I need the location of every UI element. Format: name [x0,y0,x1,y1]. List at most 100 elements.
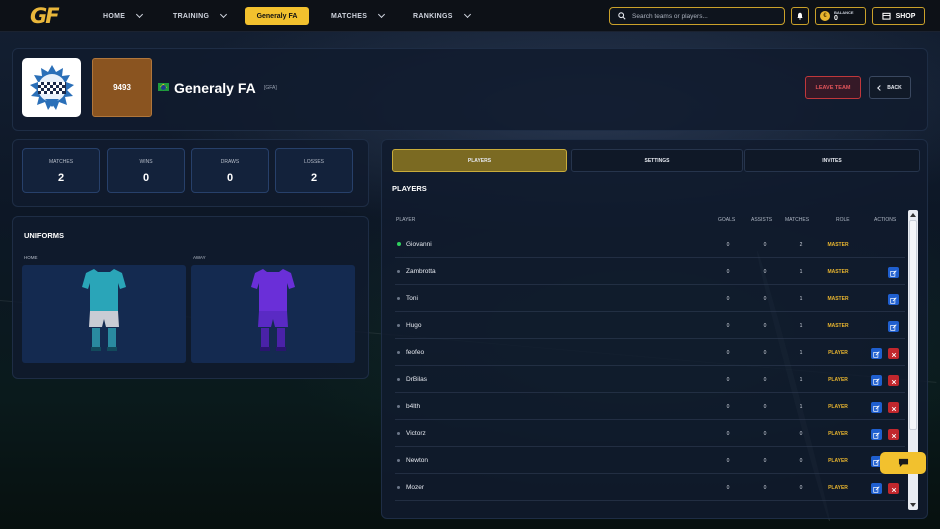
edit-icon [873,426,880,444]
nav-home[interactable]: HOME [103,0,144,32]
nav-training[interactable]: TRAINING [173,0,228,32]
player-assists: 0 [763,350,767,356]
offline-status-icon [397,270,400,273]
player-name[interactable]: Victorz [406,430,426,437]
tab-players[interactable]: PLAYERS [392,149,567,172]
scroll-up-arrow-icon[interactable] [910,213,916,217]
edit-player-button[interactable] [888,267,899,278]
player-role: MASTER [827,242,849,248]
table-row[interactable]: b4lth 0 0 1 PLAYER [395,393,905,420]
players-panel: PLAYERS SETTINGS INVITES PLAYERS PLAYER … [381,139,928,519]
remove-player-button[interactable] [888,483,899,494]
edit-icon [873,399,880,417]
player-name[interactable]: Giovanni [406,241,432,248]
edit-icon [873,480,880,498]
close-icon [891,372,897,390]
shop-label: SHOP [895,12,916,20]
edit-player-button[interactable] [888,294,899,305]
back-button[interactable]: BACK [869,76,911,99]
offline-status-icon [397,432,400,435]
table-row[interactable]: Victorz 0 0 0 PLAYER [395,420,905,447]
player-role: MASTER [827,296,849,302]
table-row[interactable]: Giovanni 0 0 2 MASTER [395,231,905,258]
away-kit-image [251,269,295,351]
offline-status-icon [397,351,400,354]
stat-wins: WINS 0 [107,148,185,193]
player-name[interactable]: b4lth [406,403,420,410]
stat-matches: MATCHES 2 [22,148,100,193]
away-uniform[interactable] [191,265,355,363]
edit-icon [890,318,897,336]
nav-matches[interactable]: MATCHES [331,0,386,32]
player-goals: 0 [726,458,730,464]
nav-rankings[interactable]: RANKINGS [413,0,471,32]
edit-player-button[interactable] [888,321,899,332]
table-row[interactable]: Mozer 0 0 0 PLAYER [395,474,905,501]
top-navigation: GF HOME TRAINING Generaly FA MATCHES RAN… [0,0,940,32]
table-row[interactable]: Toni 0 0 1 MASTER [395,285,905,312]
nav-training-label: TRAINING [173,12,210,20]
table-row[interactable]: feofeo 0 0 1 PLAYER [395,339,905,366]
player-goals: 0 [726,242,730,248]
notifications-button[interactable] [791,7,809,25]
player-name[interactable]: Hugo [406,322,422,329]
remove-player-button[interactable] [888,375,899,386]
player-name[interactable]: Toni [406,295,418,302]
player-assists: 0 [763,458,767,464]
player-name[interactable]: Zambrotta [406,268,436,275]
table-row[interactable]: Newton 0 0 0 PLAYER [395,447,905,474]
online-status-icon [397,242,401,246]
edit-player-button[interactable] [871,348,882,359]
edit-player-button[interactable] [871,429,882,440]
edit-player-button[interactable] [871,375,882,386]
leave-team-button[interactable]: LEAVE TEAM [805,76,861,99]
player-name[interactable]: Newton [406,457,428,464]
stat-label: LOSSES [303,159,324,165]
balance-widget[interactable]: € BALANCE 0 [815,7,866,25]
player-name[interactable]: feofeo [406,349,424,356]
search-input[interactable] [632,12,782,20]
home-uniform[interactable] [22,265,186,363]
remove-player-button[interactable] [888,429,899,440]
stat-label: WINS [139,159,153,165]
chat-button[interactable] [880,452,926,474]
team-stats: MATCHES 2 WINS 0 DRAWS 0 LOSSES 2 [12,139,369,207]
player-assists: 0 [763,296,767,302]
edit-player-button[interactable] [871,483,882,494]
chevron-down-icon [136,10,144,19]
shop-icon [881,12,891,20]
nav-rankings-label: RANKINGS [413,12,453,20]
player-assists: 0 [763,404,767,410]
table-row[interactable]: Hugo 0 0 1 MASTER [395,312,905,339]
search-box[interactable] [609,7,785,25]
table-row[interactable]: DrBilas 0 0 1 PLAYER [395,366,905,393]
column-header-actions: ACTIONS [874,217,897,223]
offline-status-icon [397,297,400,300]
players-title: PLAYERS [392,184,427,193]
offline-status-icon [397,378,400,381]
remove-player-button[interactable] [888,402,899,413]
edit-player-button[interactable] [871,402,882,413]
player-name[interactable]: Mozer [406,484,424,491]
stat-value: 2 [57,172,65,184]
player-role: PLAYER [828,404,848,410]
search-icon [618,12,626,20]
team-crest-image [29,64,74,110]
scroll-down-arrow-icon[interactable] [910,503,916,507]
close-icon [891,480,897,498]
home-uniform-label: HOME [24,255,38,260]
app-logo[interactable]: GF [30,4,68,28]
offline-status-icon [397,324,400,327]
remove-player-button[interactable] [888,348,899,359]
tab-settings[interactable]: SETTINGS [571,149,743,172]
tab-invites[interactable]: INVITES [744,149,920,172]
uniforms-panel: UNIFORMS HOME AWAY [12,216,369,379]
nav-team[interactable]: Generaly FA [245,7,309,25]
player-name[interactable]: DrBilas [406,376,427,383]
player-assists: 0 [763,377,767,383]
table-row[interactable]: Zambrotta 0 0 1 MASTER [395,258,905,285]
scrollbar-thumb[interactable] [909,220,917,430]
team-name: Generaly FA [174,80,256,96]
chevron-down-icon [463,10,471,19]
shop-button[interactable]: SHOP [872,7,925,25]
